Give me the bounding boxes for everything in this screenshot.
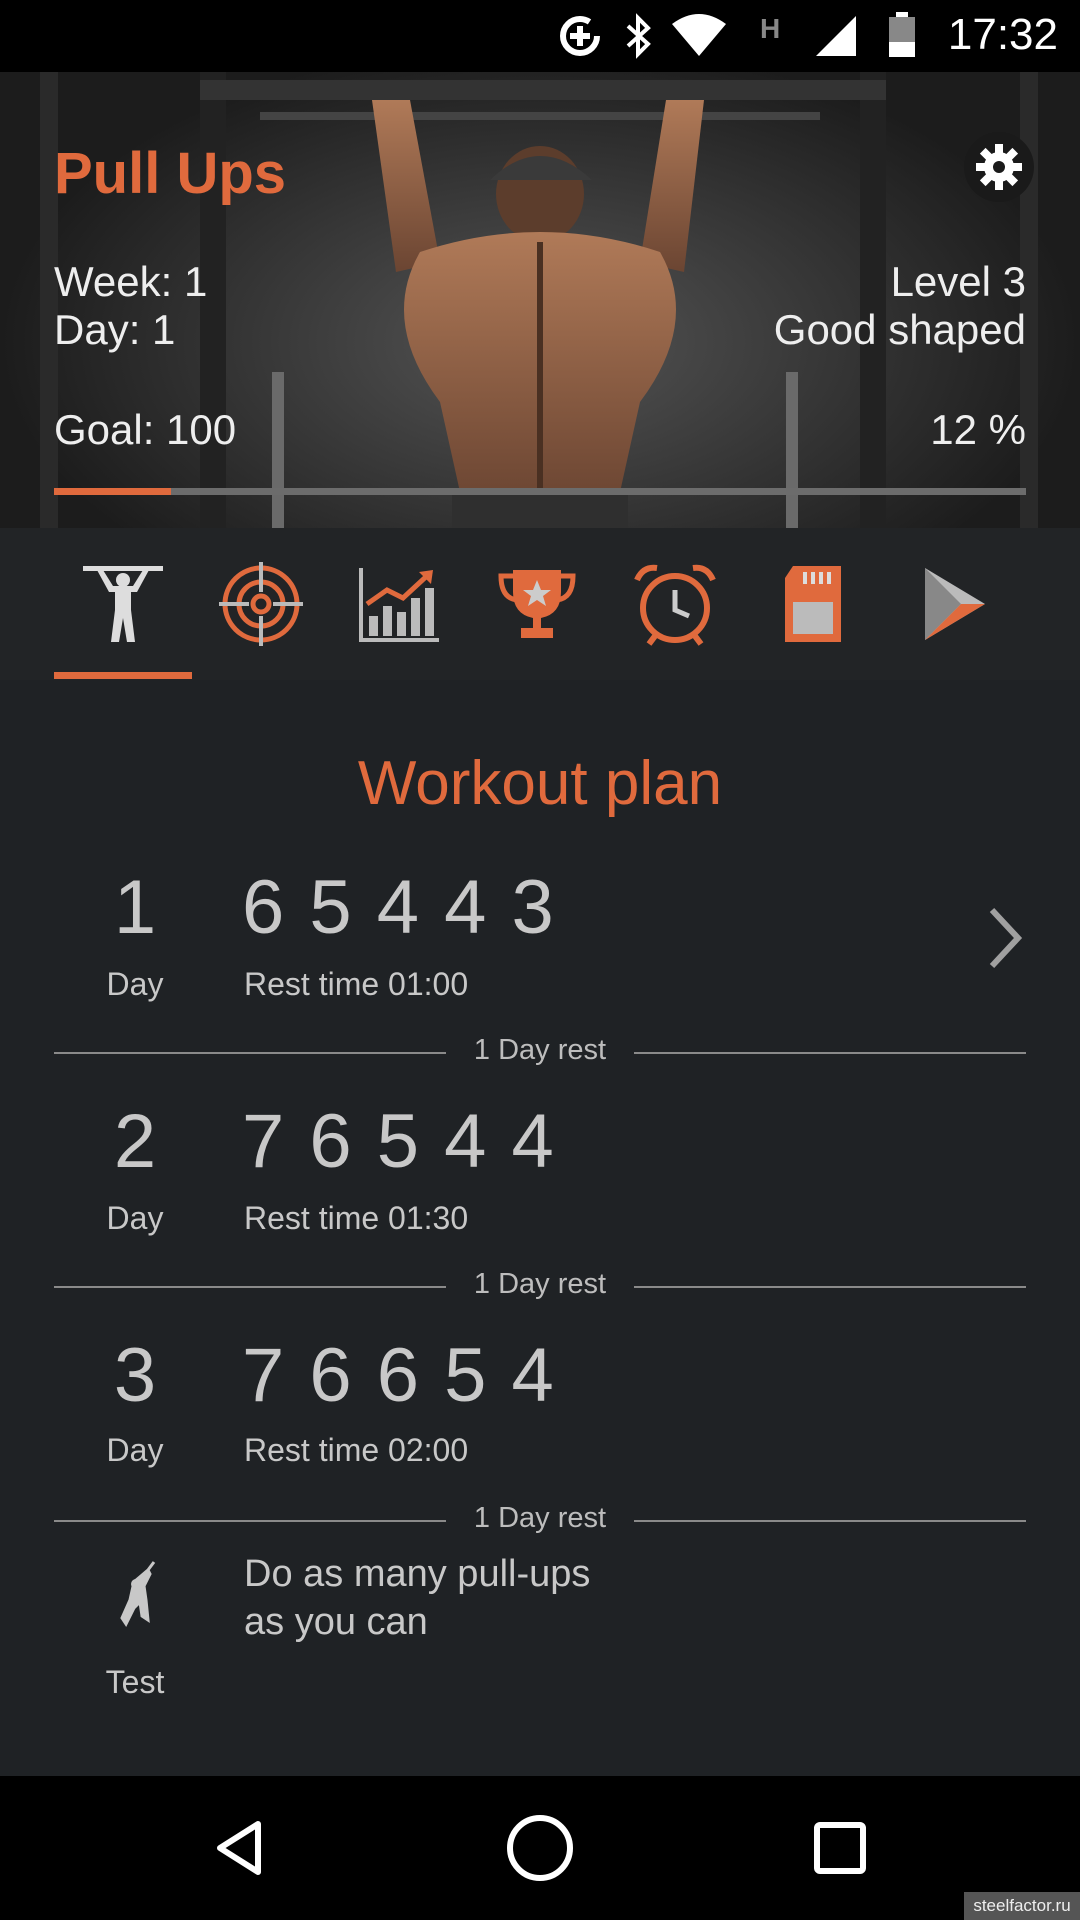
divider-line bbox=[54, 1520, 446, 1522]
watermark: steelfactor.ru bbox=[964, 1892, 1080, 1920]
test-description-line-1: Do as many pull-ups bbox=[244, 1553, 591, 1595]
tab-workout[interactable] bbox=[54, 528, 192, 680]
selected-tab-indicator bbox=[54, 672, 192, 679]
settings-button[interactable] bbox=[964, 132, 1034, 202]
rest-time-text: Rest time 01:30 bbox=[244, 1200, 469, 1236]
svg-text:H: H bbox=[760, 13, 780, 44]
day-number: 1 bbox=[113, 865, 157, 950]
level-text: Level 3 bbox=[890, 258, 1026, 305]
chart-icon bbox=[359, 568, 439, 642]
rest-time-text: Rest time 01:00 bbox=[244, 966, 469, 1002]
hanging-figure-icon bbox=[120, 1561, 156, 1627]
divider-line bbox=[634, 1286, 1026, 1288]
week-text: Week: 1 bbox=[54, 258, 208, 305]
rest-day-divider-label: 1 Day rest bbox=[473, 1268, 607, 1300]
app-title: Pull Ups bbox=[54, 141, 287, 206]
goal-text: Goal: 100 bbox=[54, 406, 237, 453]
tab-backup[interactable] bbox=[744, 528, 882, 680]
chevron-right-icon[interactable] bbox=[978, 898, 1032, 978]
home-circle-icon bbox=[507, 1815, 573, 1881]
tab-more-apps[interactable] bbox=[882, 528, 1020, 680]
home-button[interactable] bbox=[496, 1804, 584, 1892]
tab-reminder[interactable] bbox=[606, 528, 744, 680]
level-name-text: Good shaped bbox=[773, 306, 1026, 353]
divider-line bbox=[54, 1052, 446, 1054]
progress-percent-text: 12 % bbox=[930, 406, 1026, 453]
target-icon bbox=[219, 562, 303, 646]
day-label: Day bbox=[106, 1200, 164, 1236]
network-h-icon: H bbox=[760, 13, 780, 44]
rest-day-divider-label: 1 Day rest bbox=[473, 1502, 607, 1534]
tab-achievements[interactable] bbox=[468, 528, 606, 680]
day-text: Day: 1 bbox=[54, 306, 176, 353]
recents-square-icon bbox=[814, 1822, 866, 1874]
workout-plan-panel: Workout plan 1 Day 6 5 4 4 3 Rest time 0… bbox=[0, 680, 1080, 1776]
header-hero: Pull Ups Week: 1 Day: 1 Level 3 Good sha… bbox=[0, 72, 1080, 528]
clock-text: 17:32 bbox=[947, 10, 1058, 59]
test-description-line-2: as you can bbox=[244, 1601, 428, 1643]
rest-day-divider-label: 1 Day rest bbox=[473, 1034, 607, 1066]
trophy-icon bbox=[498, 570, 576, 638]
section-title: Workout plan bbox=[357, 749, 723, 818]
data-saver-icon bbox=[560, 16, 600, 56]
goal-progress-fill bbox=[54, 488, 171, 495]
tab-target[interactable] bbox=[192, 528, 330, 680]
pull-up-figure-icon bbox=[83, 566, 163, 642]
goal-progress-bar bbox=[54, 488, 1026, 495]
day-number: 3 bbox=[113, 1333, 157, 1418]
day-number: 2 bbox=[113, 1099, 157, 1184]
navigation-bar: steelfactor.ru bbox=[0, 1776, 1080, 1920]
wifi-icon bbox=[672, 14, 726, 56]
bluetooth-icon bbox=[626, 13, 651, 59]
tab-statistics[interactable] bbox=[330, 528, 468, 680]
day-label: Day bbox=[106, 1432, 164, 1468]
gear-icon bbox=[976, 144, 1022, 190]
back-button[interactable] bbox=[196, 1804, 284, 1892]
status-bar: H 17:32 bbox=[0, 0, 1080, 72]
reps-sequence: 6 5 4 4 3 bbox=[242, 865, 556, 950]
rest-time-text: Rest time 02:00 bbox=[244, 1432, 469, 1468]
back-triangle-icon bbox=[217, 1821, 261, 1875]
reps-sequence: 7 6 6 5 4 bbox=[242, 1333, 556, 1418]
battery-icon bbox=[889, 12, 915, 57]
recents-button[interactable] bbox=[796, 1804, 884, 1892]
tab-bar bbox=[0, 528, 1080, 680]
signal-icon bbox=[816, 16, 856, 56]
alarm-clock-icon bbox=[634, 564, 716, 646]
day-label: Day bbox=[106, 966, 164, 1002]
divider-line bbox=[634, 1052, 1026, 1054]
divider-line bbox=[634, 1520, 1026, 1522]
play-store-icon bbox=[925, 568, 985, 640]
sd-card-icon bbox=[785, 566, 841, 642]
divider-line bbox=[54, 1286, 446, 1288]
reps-sequence: 7 6 5 4 4 bbox=[242, 1099, 556, 1184]
test-label: Test bbox=[105, 1664, 165, 1700]
